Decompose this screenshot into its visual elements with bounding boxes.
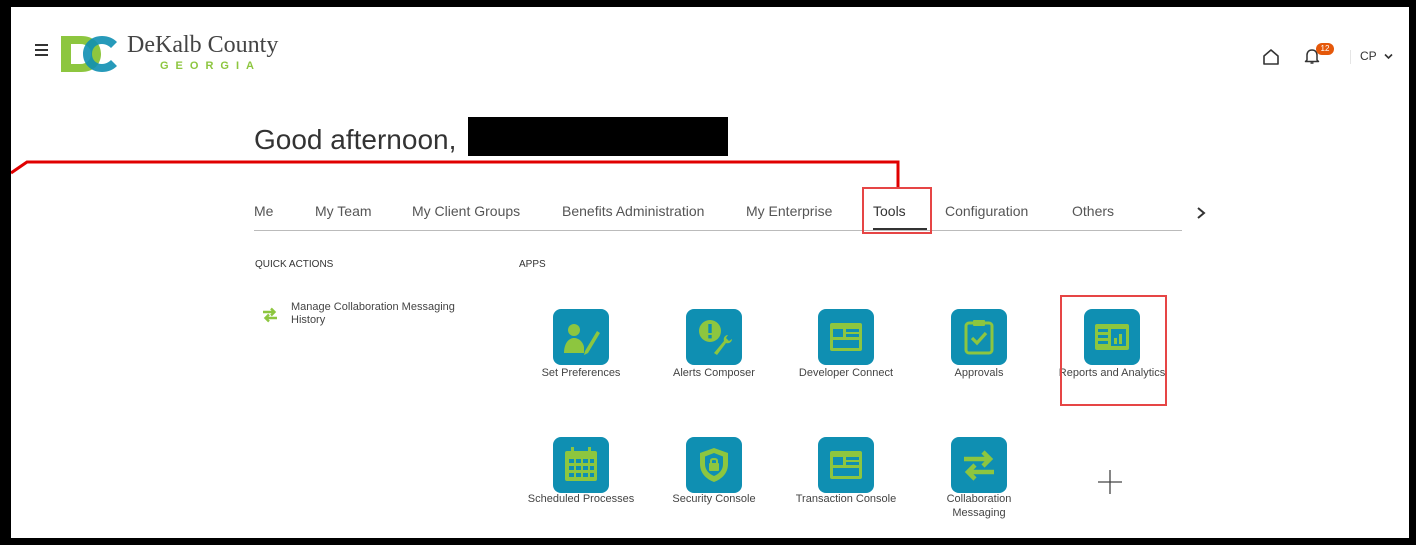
greeting: Good afternoon, [254, 124, 457, 155]
notification-badge: 12 [1316, 43, 1334, 55]
tab-my-enterprise[interactable]: My Enterprise [746, 203, 832, 219]
brand-state: GEORGIA [160, 60, 261, 72]
tools-highlight-box [862, 187, 932, 234]
add-icon[interactable] [1097, 469, 1123, 495]
scheduled-processes-tile[interactable] [553, 437, 609, 493]
approvals-label: Approvals [954, 367, 1004, 379]
shield-lock-icon [700, 448, 728, 482]
person-pencil-icon [564, 324, 600, 355]
dekalb-logo[interactable] [59, 33, 119, 75]
apps-heading: APPS [519, 259, 546, 270]
menu-icon[interactable] [35, 44, 48, 56]
user-initials[interactable]: CP [1360, 49, 1377, 63]
set-preferences-tile[interactable] [553, 309, 609, 365]
tab-others[interactable]: Others [1072, 203, 1114, 219]
scheduled-processes-label: Scheduled Processes [527, 493, 635, 505]
security-console-label: Security Console [672, 493, 756, 505]
alert-wrench-icon [699, 320, 732, 355]
chevron-down-icon[interactable] [1384, 53, 1393, 60]
header-divider [1350, 50, 1351, 64]
tab-configuration[interactable]: Configuration [945, 203, 1028, 219]
security-console-tile[interactable] [686, 437, 742, 493]
home-icon[interactable] [1262, 48, 1280, 66]
swap-arrows-icon[interactable] [261, 306, 279, 324]
chevron-right-icon[interactable] [1195, 206, 1207, 220]
swap-arrows-icon [964, 450, 994, 481]
tab-my-client-groups[interactable]: My Client Groups [412, 203, 520, 219]
collaboration-messaging-label: Collaboration Messaging [946, 493, 1012, 519]
clipboard-check-icon [964, 320, 994, 355]
browser-window-icon [830, 323, 862, 351]
transaction-console-tile[interactable] [818, 437, 874, 493]
developer-connect-label: Developer Connect [798, 367, 894, 379]
tab-my-team[interactable]: My Team [315, 203, 372, 219]
tabs-baseline [254, 230, 1182, 231]
browser-window-icon [830, 451, 862, 479]
page: DeKalb County GEORGIA 12 CP Good afterno… [11, 7, 1409, 538]
alerts-composer-label: Alerts Composer [673, 367, 755, 379]
calendar-icon [565, 447, 597, 481]
set-preferences-label: Set Preferences [541, 367, 621, 379]
approvals-tile[interactable] [951, 309, 1007, 365]
quick-action-link[interactable]: Manage Collaboration Messaging History [291, 301, 491, 327]
tab-benefits-administration[interactable]: Benefits Administration [562, 203, 704, 219]
collaboration-messaging-tile[interactable] [951, 437, 1007, 493]
developer-connect-tile[interactable] [818, 309, 874, 365]
alerts-composer-tile[interactable] [686, 309, 742, 365]
tab-me[interactable]: Me [254, 203, 273, 219]
transaction-console-label: Transaction Console [795, 493, 897, 505]
reports-highlight-box [1060, 295, 1167, 406]
redacted-name [468, 117, 728, 156]
quick-actions-heading: QUICK ACTIONS [255, 259, 334, 270]
brand-name: DeKalb County [127, 32, 279, 58]
